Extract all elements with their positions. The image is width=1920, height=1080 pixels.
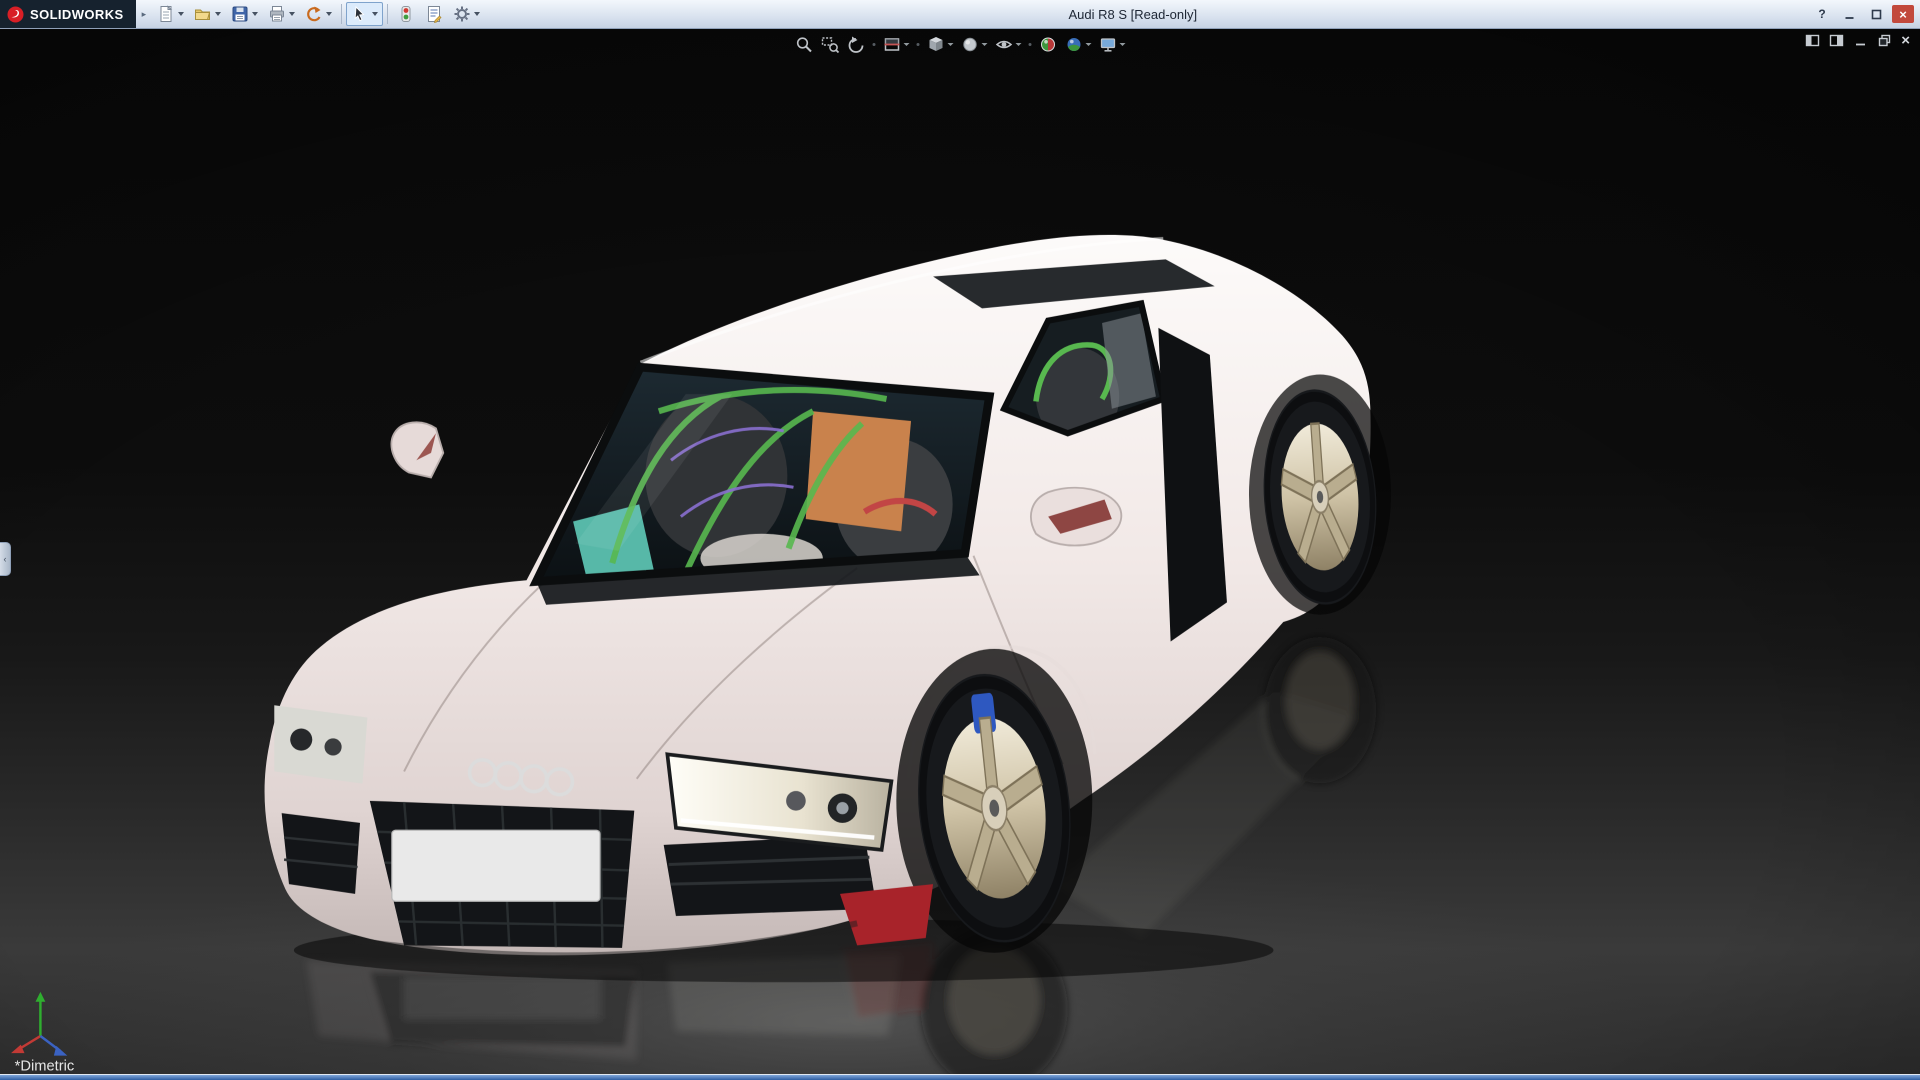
edit-appearance-button[interactable] xyxy=(1038,34,1059,55)
close-button[interactable]: × xyxy=(1892,5,1914,23)
rebuild-button[interactable] xyxy=(392,2,420,26)
main-toolbar xyxy=(150,0,485,28)
zoom-to-fit-button[interactable] xyxy=(794,34,815,55)
toolbar-overflow-chevron[interactable]: ▸ xyxy=(142,9,147,20)
view-orientation-dropdown-arrow[interactable] xyxy=(947,43,954,46)
display-style-dropdown-arrow[interactable] xyxy=(981,43,988,46)
select-button[interactable] xyxy=(346,2,384,26)
view-orientation-cube-icon xyxy=(929,37,943,51)
toolbar-separator xyxy=(387,4,389,24)
graphics-viewport[interactable]: *Dimetric × ‹ xyxy=(0,29,1920,1074)
minimize-icon xyxy=(1856,43,1866,46)
feature-manager-collapsed-tab[interactable]: ‹ xyxy=(0,542,11,576)
view-settings-icon xyxy=(1100,38,1116,52)
options-button[interactable] xyxy=(448,2,485,26)
hide-show-items-button[interactable] xyxy=(994,34,1023,55)
pane-left-icon xyxy=(1806,34,1820,47)
select-cursor-icon xyxy=(354,5,365,22)
hide-show-dropdown-arrow[interactable] xyxy=(1015,43,1022,46)
new-document-icon xyxy=(160,5,173,22)
apply-scene-icon xyxy=(1067,38,1081,51)
document-restore-button[interactable] xyxy=(1877,33,1892,48)
left-headlight-projector xyxy=(290,728,313,751)
display-style-icon xyxy=(963,37,977,52)
print-icon xyxy=(270,6,285,22)
hud-separator xyxy=(1028,43,1032,46)
undo-icon xyxy=(307,6,321,22)
hud-separator xyxy=(916,43,920,46)
previous-view-icon xyxy=(848,36,864,53)
file-properties-icon xyxy=(428,6,442,23)
display-style-button[interactable] xyxy=(960,34,989,55)
section-view-dropdown-arrow[interactable] xyxy=(903,43,910,46)
document-window-controls: × xyxy=(1805,33,1910,48)
heads-up-view-toolbar xyxy=(794,34,1127,55)
window-title: Audi R8 S [Read-only] xyxy=(1068,7,1198,22)
left-air-intake xyxy=(281,813,360,894)
status-strip xyxy=(0,1074,1920,1080)
undo-button[interactable] xyxy=(300,2,337,26)
zoom-to-area-button[interactable] xyxy=(820,34,841,55)
minimize-button[interactable] xyxy=(1838,5,1860,23)
save-icon xyxy=(232,6,248,22)
app-logo: SOLIDWORKS xyxy=(0,0,136,28)
view-orientation-label: *Dimetric xyxy=(15,1058,75,1074)
license-plate xyxy=(391,829,601,902)
file-properties-button[interactable] xyxy=(420,2,448,26)
document-close-button[interactable]: × xyxy=(1901,33,1910,48)
document-minimize-button[interactable] xyxy=(1853,33,1868,48)
toolbar-separator xyxy=(341,4,343,24)
maximize-icon xyxy=(1871,9,1881,19)
open-folder-icon xyxy=(195,9,211,20)
hud-separator xyxy=(872,43,876,46)
save-dropdown-arrow[interactable] xyxy=(252,12,259,16)
show-pane-right-button[interactable] xyxy=(1829,33,1844,48)
open-dropdown-arrow[interactable] xyxy=(215,12,222,16)
view-settings-button[interactable] xyxy=(1098,34,1127,55)
print-dropdown-arrow[interactable] xyxy=(289,12,296,16)
undo-dropdown-arrow[interactable] xyxy=(326,12,333,16)
select-dropdown-arrow[interactable] xyxy=(372,12,379,16)
options-gear-icon xyxy=(454,6,470,22)
new-button[interactable] xyxy=(152,2,189,26)
hide-show-eye-icon xyxy=(995,40,1013,49)
titlebar: SOLIDWORKS ▸ Audi R8 S [Read-only] ? × xyxy=(0,0,1920,29)
view-settings-dropdown-arrow[interactable] xyxy=(1119,43,1126,46)
pane-right-icon xyxy=(1830,34,1844,47)
section-view-button[interactable] xyxy=(882,34,911,55)
model-viewport-canvas[interactable]: *Dimetric xyxy=(0,29,1920,1074)
print-button[interactable] xyxy=(263,2,300,26)
brand-text: SOLIDWORKS xyxy=(30,6,124,22)
view-orientation-button[interactable] xyxy=(926,34,955,55)
window-controls: ? × xyxy=(1811,5,1920,23)
rebuild-icon xyxy=(401,6,411,22)
section-view-icon xyxy=(884,38,900,51)
edit-appearance-ball-icon xyxy=(1041,37,1055,52)
help-button[interactable]: ? xyxy=(1811,5,1833,23)
show-pane-left-button[interactable] xyxy=(1805,33,1820,48)
minimize-icon xyxy=(1845,16,1853,19)
apply-scene-button[interactable] xyxy=(1064,34,1093,55)
dassault-3ds-icon xyxy=(7,6,24,22)
save-button[interactable] xyxy=(226,2,263,26)
maximize-button[interactable] xyxy=(1865,5,1887,23)
zoom-to-area-icon xyxy=(821,37,840,54)
open-button[interactable] xyxy=(189,2,226,26)
zoom-to-fit-icon xyxy=(796,37,812,53)
previous-view-button[interactable] xyxy=(846,34,867,55)
restore-icon xyxy=(1879,34,1891,47)
new-dropdown-arrow[interactable] xyxy=(178,12,185,16)
right-mirror xyxy=(1030,486,1123,547)
left-headlight xyxy=(274,705,368,784)
options-dropdown-arrow[interactable] xyxy=(474,12,481,16)
apply-scene-dropdown-arrow[interactable] xyxy=(1085,43,1092,46)
